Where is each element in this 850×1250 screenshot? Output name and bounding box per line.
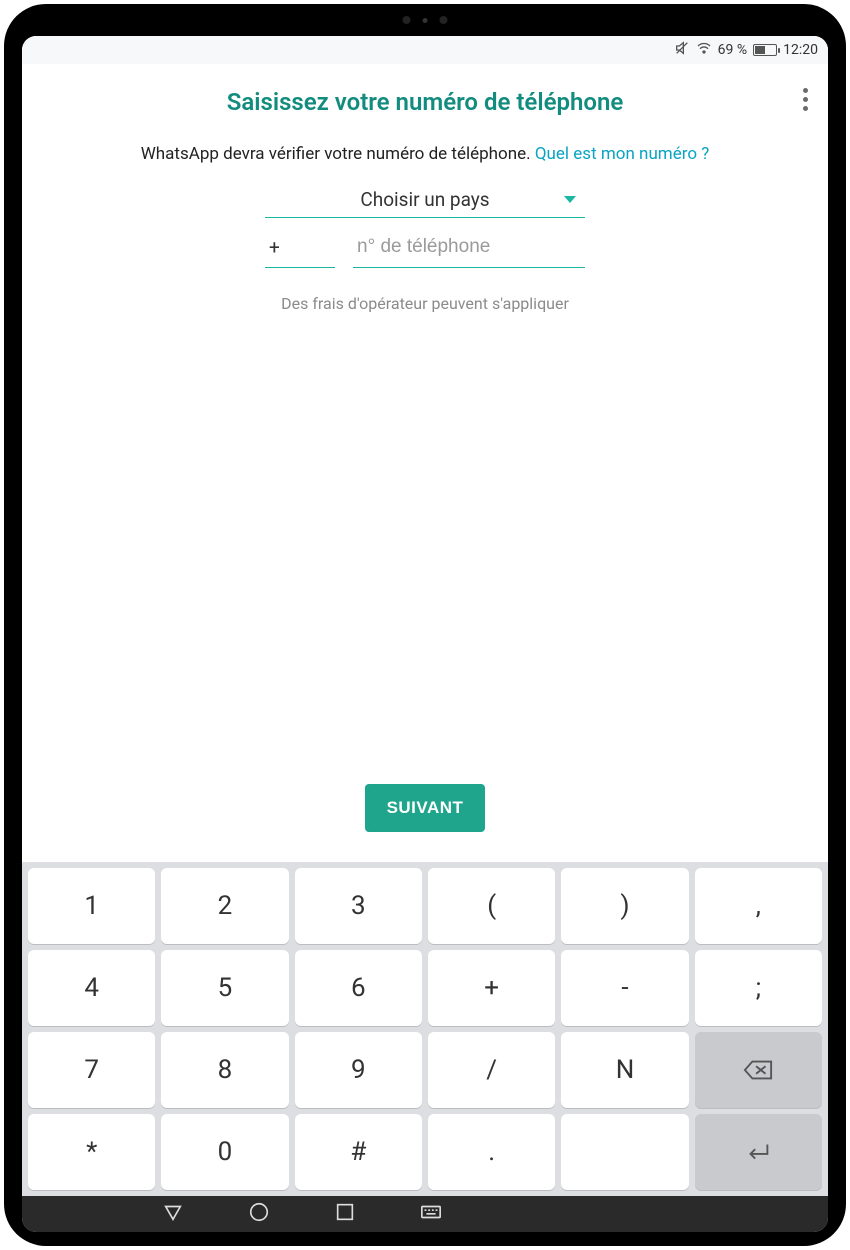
key-+[interactable]: + xyxy=(428,950,555,1026)
country-selector-label: Choisir un pays xyxy=(360,188,489,211)
carrier-charges-note: Des frais d'opérateur peuvent s'applique… xyxy=(62,294,788,313)
nav-keyboard-icon[interactable] xyxy=(420,1201,442,1227)
key-1[interactable]: 1 xyxy=(28,868,155,944)
nav-home-button[interactable] xyxy=(248,1201,270,1227)
page-title: Saisissez votre numéro de téléphone xyxy=(227,88,624,116)
key-*[interactable]: * xyxy=(28,1114,155,1190)
phone-number-input[interactable] xyxy=(357,236,581,258)
nav-recent-button[interactable] xyxy=(334,1201,356,1227)
key--[interactable]: - xyxy=(561,950,688,1026)
key-#[interactable]: # xyxy=(295,1114,422,1190)
tablet-frame: 69 % 12:20 Saisissez votre numéro de tél… xyxy=(4,4,846,1246)
battery-percent: 69 % xyxy=(718,42,747,58)
country-selector[interactable]: Choisir un pays xyxy=(265,182,585,218)
phone-number-field[interactable] xyxy=(353,228,585,268)
key-/[interactable]: / xyxy=(428,1032,555,1108)
wifi-icon xyxy=(696,40,712,60)
battery-icon xyxy=(753,44,777,56)
key-4[interactable]: 4 xyxy=(28,950,155,1026)
status-time: 12:20 xyxy=(783,42,818,58)
content-area: WhatsApp devra vérifier votre numéro de … xyxy=(22,124,828,313)
country-code-input[interactable]: + xyxy=(265,228,335,268)
chevron-down-icon xyxy=(563,190,577,209)
numeric-keyboard: 123(), 456+-; 789/N *0#. xyxy=(22,862,828,1196)
key-.[interactable]: . xyxy=(428,1114,555,1190)
key-;[interactable]: ; xyxy=(695,950,822,1026)
key-blank xyxy=(561,1114,688,1190)
mute-icon xyxy=(674,40,690,60)
verify-text-line: WhatsApp devra vérifier votre numéro de … xyxy=(62,144,788,164)
key-2[interactable]: 2 xyxy=(161,868,288,944)
key-6[interactable]: 6 xyxy=(295,950,422,1026)
key-)[interactable]: ) xyxy=(561,868,688,944)
key-([interactable]: ( xyxy=(428,868,555,944)
what-is-my-number-link[interactable]: Quel est mon numéro ? xyxy=(535,144,709,164)
key-enter[interactable] xyxy=(695,1114,822,1190)
key-N[interactable]: N xyxy=(561,1032,688,1108)
screen: 69 % 12:20 Saisissez votre numéro de tél… xyxy=(22,36,828,1232)
status-bar: 69 % 12:20 xyxy=(22,36,828,64)
key-backspace[interactable] xyxy=(695,1032,822,1108)
key-7[interactable]: 7 xyxy=(28,1032,155,1108)
key-3[interactable]: 3 xyxy=(295,868,422,944)
verify-text: WhatsApp devra vérifier votre numéro de … xyxy=(141,144,535,164)
next-button-wrap: SUIVANT xyxy=(22,784,828,832)
phone-input-row: + xyxy=(265,228,585,268)
key-0[interactable]: 0 xyxy=(161,1114,288,1190)
nav-back-button[interactable] xyxy=(162,1201,184,1227)
key-8[interactable]: 8 xyxy=(161,1032,288,1108)
key-5[interactable]: 5 xyxy=(161,950,288,1026)
key-,[interactable]: , xyxy=(695,868,822,944)
android-navbar xyxy=(22,1196,828,1232)
key-9[interactable]: 9 xyxy=(295,1032,422,1108)
app-header: Saisissez votre numéro de téléphone xyxy=(22,64,828,124)
next-button[interactable]: SUIVANT xyxy=(365,784,486,832)
device-notch xyxy=(403,16,448,24)
more-options-button[interactable] xyxy=(803,88,808,111)
